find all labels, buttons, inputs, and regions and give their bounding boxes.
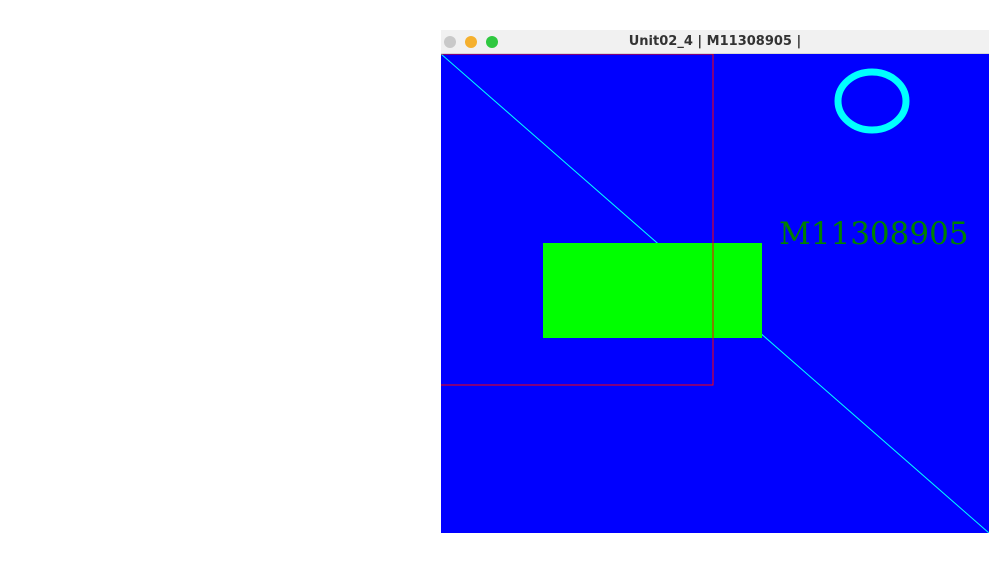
window-title: Unit02_4 | M11308905 | [628,34,802,49]
canvas-text: M11308905 [779,216,969,252]
canvas-svg: M11308905 [441,54,989,533]
green-rectangle [543,243,762,338]
app-window: Unit02_4 | M11308905 | M11308905 [441,30,989,533]
drawing-canvas: M11308905 [441,54,989,533]
window-titlebar[interactable]: Unit02_4 | M11308905 | [441,30,989,54]
